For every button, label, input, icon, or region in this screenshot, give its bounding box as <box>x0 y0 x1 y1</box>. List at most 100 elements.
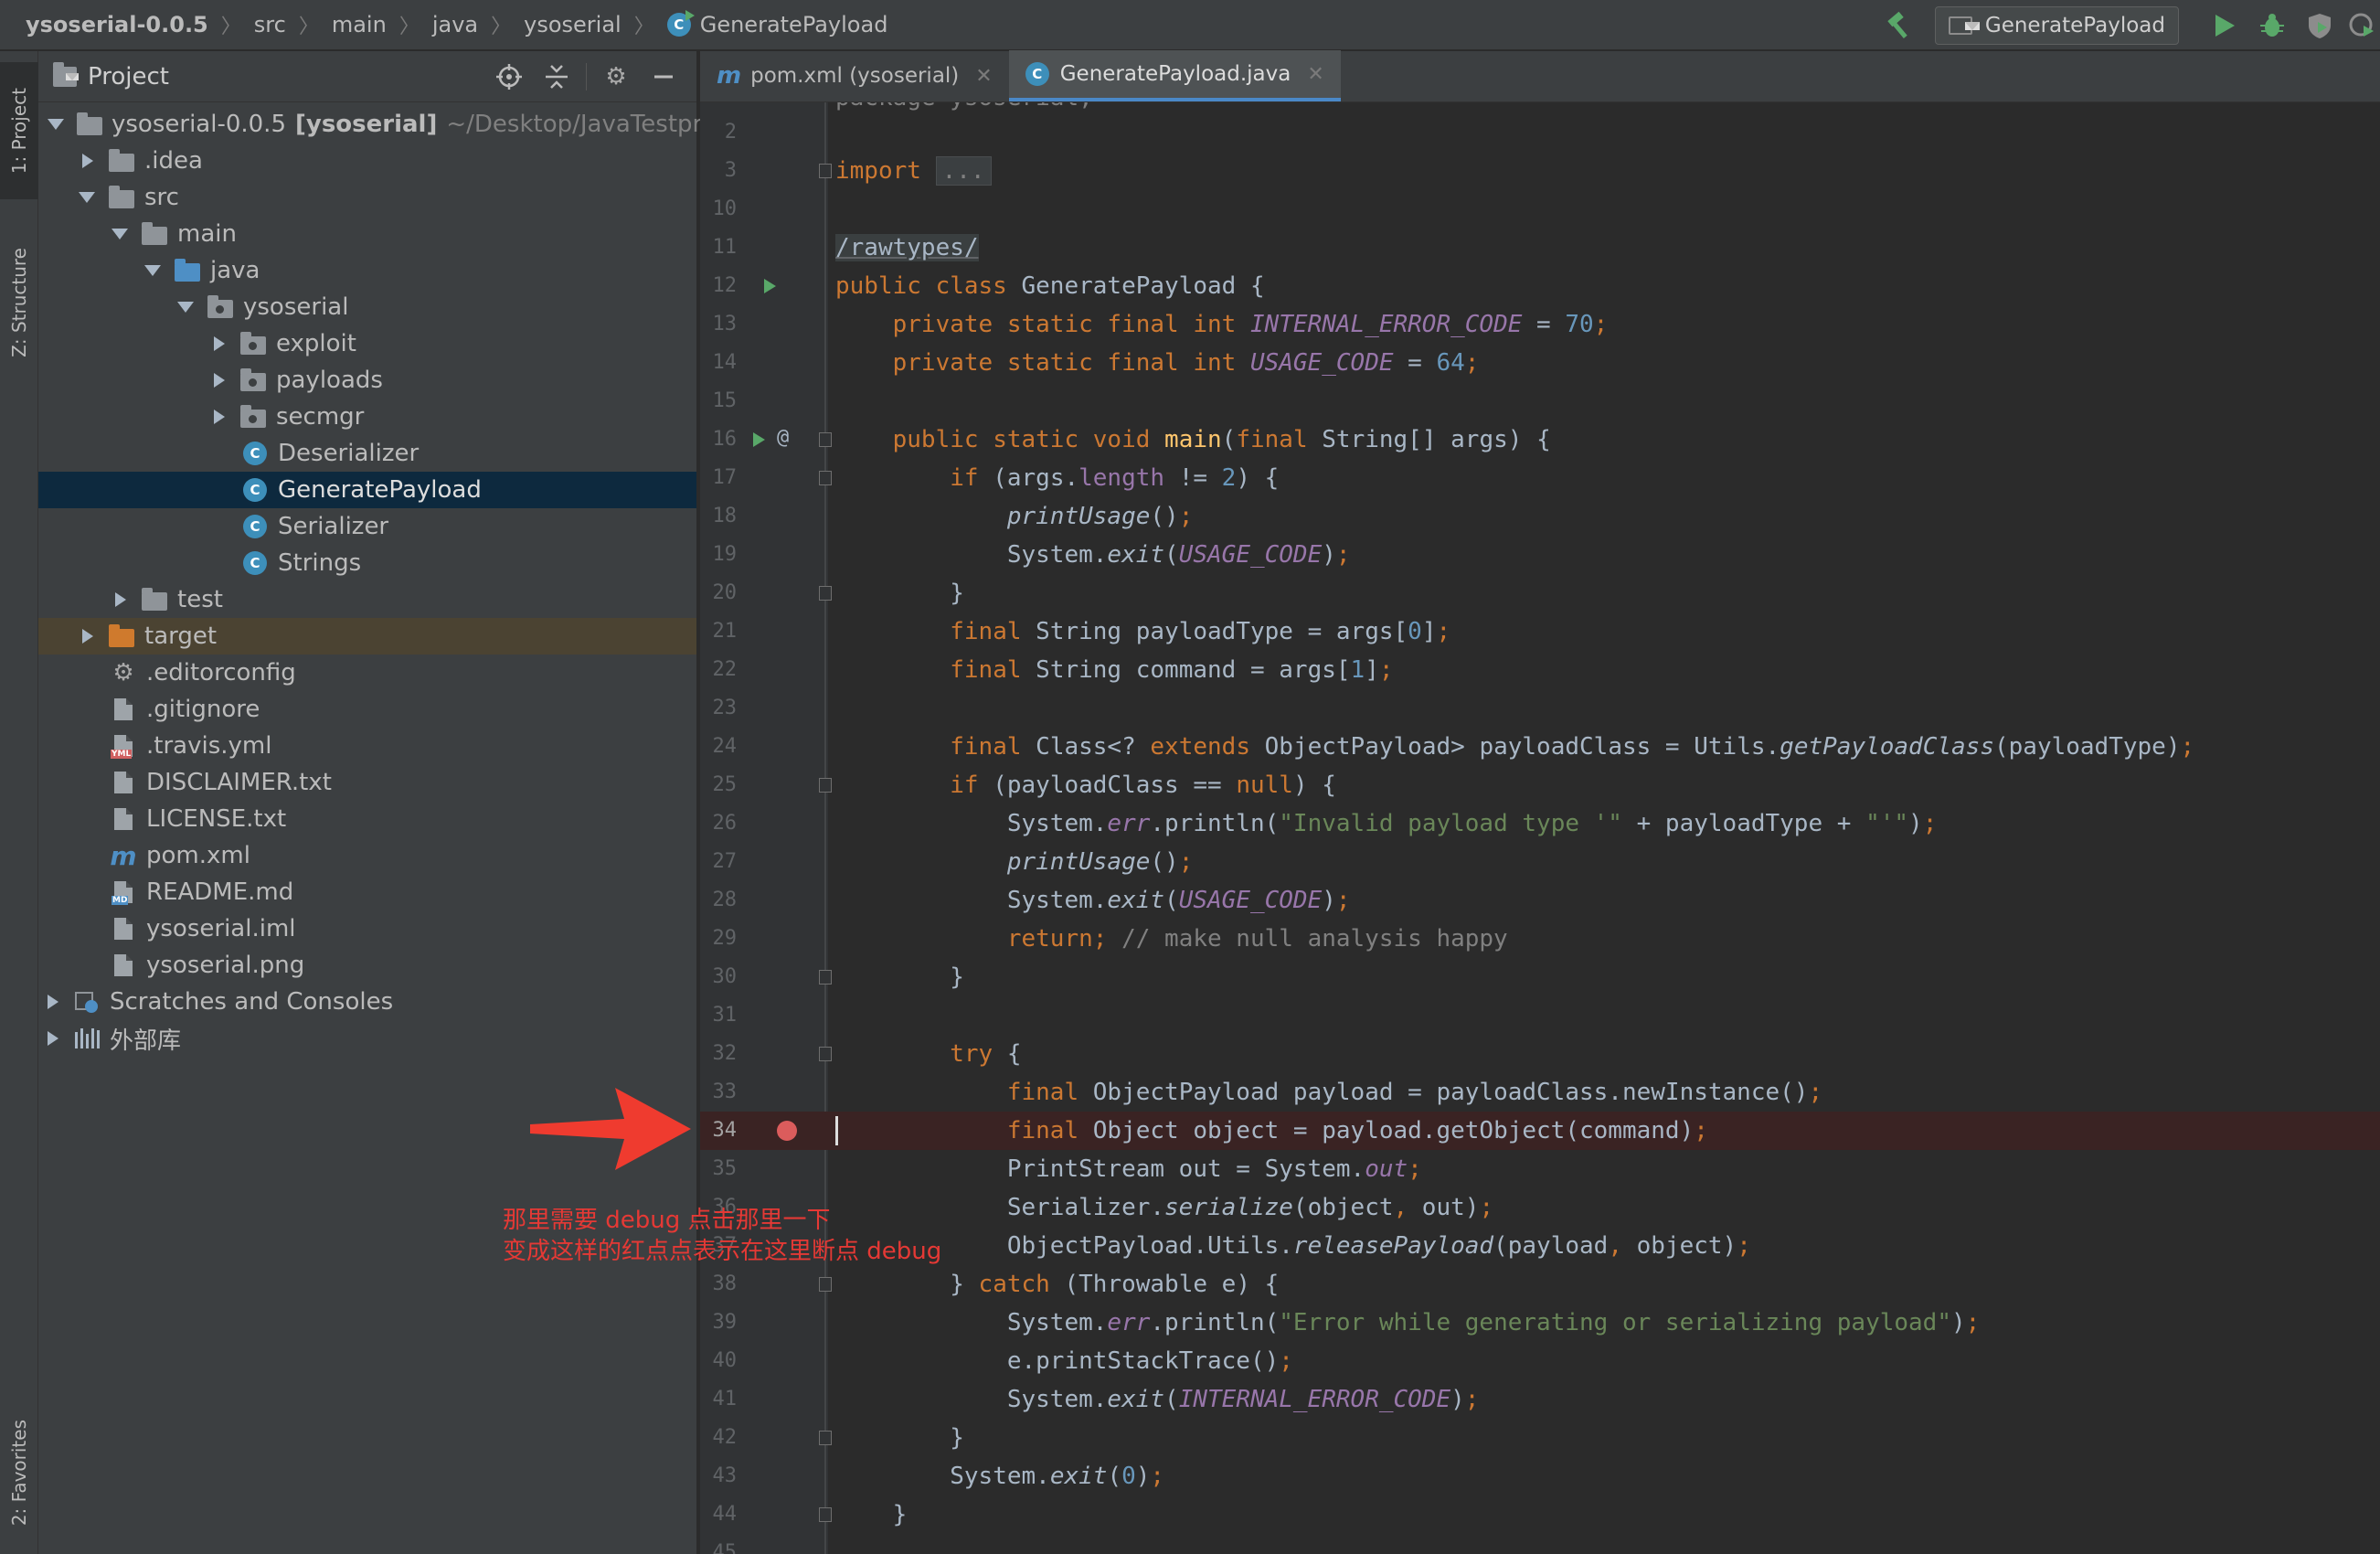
tree-item-disclaimer[interactable]: DISCLAIMER.txt <box>38 764 696 801</box>
breadcrumb-java[interactable]: java <box>429 12 482 37</box>
tree-item-pom[interactable]: m pom.xml <box>38 837 696 874</box>
folded-imports[interactable]: ... <box>935 156 992 186</box>
locate-file-button[interactable] <box>485 51 533 102</box>
collapsed-arrow-icon[interactable] <box>48 995 58 1009</box>
close-icon[interactable]: ✕ <box>975 65 992 88</box>
code-text: final ObjectPayload payload = payloadCla… <box>1006 1079 1823 1106</box>
debug-button[interactable] <box>2248 0 2296 51</box>
tree-item-strings[interactable]: C Strings <box>38 545 696 581</box>
tree-item-gitignore[interactable]: .gitignore <box>38 691 696 728</box>
tree-item-license[interactable]: LICENSE.txt <box>38 801 696 837</box>
fold-collapse-icon[interactable] <box>819 432 832 447</box>
project-panel-header: Project ⚙ <box>38 51 696 102</box>
run-button[interactable] <box>2201 0 2248 51</box>
tree-item-iml[interactable]: ysoserial.iml <box>38 910 696 947</box>
hide-panel-button[interactable] <box>640 51 687 102</box>
fold-end-icon[interactable] <box>819 1507 832 1522</box>
fold-collapse-icon[interactable] <box>819 1047 832 1061</box>
close-icon[interactable]: ✕ <box>1307 63 1323 86</box>
tree-item-test[interactable]: test <box>38 581 696 618</box>
collapsed-arrow-icon[interactable] <box>82 154 93 168</box>
expanded-arrow-icon[interactable] <box>177 302 194 313</box>
fold-collapse-icon[interactable] <box>819 778 832 793</box>
breakpoint-icon[interactable] <box>777 1121 797 1141</box>
tree-item-editorconfig[interactable]: ⚙ .editorconfig <box>38 655 696 691</box>
tree-item-label: GeneratePayload <box>278 476 482 504</box>
code-text: printUsage(); <box>1006 503 1194 530</box>
tab-label: GeneratePayload.java <box>1059 62 1291 86</box>
tree-item-project-root[interactable]: ysoserial-0.0.5 [ysoserial] ~/Desktop/Ja… <box>38 106 717 143</box>
tree-item-main[interactable]: main <box>38 216 696 252</box>
expanded-arrow-icon[interactable] <box>79 192 95 203</box>
collapsed-arrow-icon[interactable] <box>48 1031 58 1046</box>
line-number: 43 <box>712 1464 738 1487</box>
run-gutter-icon[interactable] <box>753 432 765 447</box>
fold-end-icon[interactable] <box>819 970 832 985</box>
collapsed-arrow-icon[interactable] <box>82 629 93 644</box>
fold-end-icon[interactable] <box>819 1431 832 1445</box>
chevron-down-icon[interactable] <box>66 72 79 80</box>
settings-button[interactable]: ⚙ <box>592 51 640 102</box>
tree-item-label: LICENSE.txt <box>146 805 287 833</box>
expanded-arrow-icon[interactable] <box>48 119 64 130</box>
tab-favorites-tool[interactable]: 2: Favorites <box>0 1395 38 1550</box>
expanded-arrow-icon[interactable] <box>112 229 128 239</box>
tree-item-external-libraries[interactable]: 外部库 <box>38 1020 696 1057</box>
tree-item-ysoserial-package[interactable]: ysoserial <box>38 289 696 325</box>
run-gutter-icon[interactable] <box>764 279 776 293</box>
tree-item-deserializer[interactable]: C Deserializer <box>38 435 696 472</box>
build-hammer-icon[interactable] <box>1882 7 1918 44</box>
tree-item-png[interactable]: ysoserial.png <box>38 947 696 984</box>
file-icon <box>110 698 137 720</box>
coverage-button[interactable] <box>2296 0 2343 51</box>
breadcrumb-src[interactable]: src <box>250 12 290 37</box>
code-text: public class GeneratePayload { <box>835 272 1265 300</box>
collapsed-arrow-icon[interactable] <box>214 410 225 424</box>
tree-item-target[interactable]: target <box>38 618 696 655</box>
run-configuration-selector[interactable]: GeneratePayload <box>1934 6 2179 45</box>
collapsed-arrow-icon[interactable] <box>214 373 225 388</box>
fold-collapse-icon[interactable] <box>819 471 832 485</box>
breadcrumb-project[interactable]: ysoserial-0.0.5 <box>22 12 212 37</box>
tab-structure-tool[interactable]: Z: Structure <box>0 225 38 380</box>
tree-item-generatepayload[interactable]: C GeneratePayload <box>38 472 696 508</box>
tree-item-serializer[interactable]: C Serializer <box>38 508 696 545</box>
fold-expand-icon[interactable] <box>819 164 832 178</box>
tab-project-tool[interactable]: 1: Project <box>0 62 38 199</box>
tree-item-readme[interactable]: README.md <box>38 874 696 910</box>
breadcrumb-main[interactable]: main <box>328 12 390 37</box>
code-text: if (args.length != 2) { <box>950 464 1280 492</box>
expanded-arrow-icon[interactable] <box>144 265 161 276</box>
tree-item-java[interactable]: java <box>38 252 696 289</box>
line-number: 21 <box>712 620 738 643</box>
tab-generatepayload-java[interactable]: C GeneratePayload.java ✕ <box>1008 50 1341 101</box>
class-icon: C <box>241 515 269 538</box>
line-number: 12 <box>712 274 738 297</box>
tree-item-exploit[interactable]: exploit <box>38 325 696 362</box>
collapsed-arrow-icon[interactable] <box>214 336 225 351</box>
code-line: 42 } <box>700 1419 2380 1457</box>
breadcrumb-ysoserial[interactable]: ysoserial <box>520 12 625 37</box>
line-number: 3 <box>724 159 737 182</box>
tree-item-payloads[interactable]: payloads <box>38 362 696 399</box>
tree-item-scratches[interactable]: Scratches and Consoles <box>38 984 696 1020</box>
collapsed-arrow-icon[interactable] <box>115 592 126 607</box>
folder-icon <box>141 588 168 611</box>
fold-collapse-icon[interactable] <box>819 1277 832 1292</box>
tab-pom-xml[interactable]: m pom.xml (ysoserial) ✕ <box>700 50 1009 101</box>
breadcrumb-class[interactable]: C GeneratePayload <box>664 10 892 37</box>
folder-icon <box>108 149 135 172</box>
tree-item-label: payloads <box>276 367 383 394</box>
markdown-file-icon <box>110 881 137 905</box>
breadcrumb-separator: 〉 <box>491 16 512 38</box>
code-editor[interactable]: package ysoserial; 2 3 import ... 10 11 … <box>700 102 2380 1554</box>
tree-item-src[interactable]: src <box>38 179 696 216</box>
tree-item-secmgr[interactable]: secmgr <box>38 399 696 435</box>
project-view-selector[interactable]: Project <box>88 63 169 90</box>
profile-button[interactable] <box>2343 0 2380 51</box>
tree-item-travis-yml[interactable]: .travis.yml <box>38 728 696 764</box>
tree-item-idea[interactable]: .idea <box>38 143 696 179</box>
collapse-all-button[interactable] <box>533 51 580 102</box>
fold-end-icon[interactable] <box>819 586 832 601</box>
code-line: 40 e.printStackTrace(); <box>700 1342 2380 1380</box>
